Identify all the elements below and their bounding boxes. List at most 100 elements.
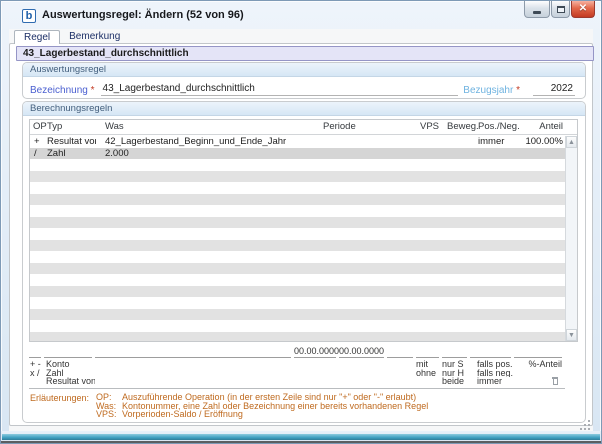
table-row[interactable]: [30, 320, 565, 332]
column-was: Was: [105, 121, 124, 132]
table-row[interactable]: [30, 205, 565, 217]
maximize-button[interactable]: [551, 1, 570, 18]
table-row[interactable]: [30, 216, 565, 229]
cell-typ: [45, 240, 96, 252]
scroll-up-icon[interactable]: ▲: [566, 136, 577, 148]
window-shadow: [1, 441, 601, 443]
bezeichnung-input[interactable]: 43_Lagerbestand_durchschnittlich: [100, 82, 458, 96]
cell-gap: [388, 228, 417, 240]
cell-posneg: falls neg.: [477, 368, 514, 378]
cell-was: [96, 205, 295, 217]
cell-posneg: [471, 194, 515, 206]
table-row[interactable]: [30, 331, 565, 342]
table-row[interactable]: [30, 285, 565, 298]
table-row[interactable]: [30, 251, 565, 263]
table-row[interactable]: + Resultat von 42_Lagerbestand_Beginn_und_…: [30, 136, 565, 148]
erlaeuterungen: Erläuterungen: OP: Auszuführende Operatio…: [29, 393, 569, 419]
auswertungsregel-groupbox: Auswertungsregel Bezeichnung * 43_Lagerb…: [22, 62, 586, 99]
edit-typ-field[interactable]: [44, 346, 92, 358]
table-row[interactable]: [30, 159, 565, 171]
table-row[interactable]: [30, 228, 565, 240]
cell-beweg: [443, 240, 471, 252]
close-button[interactable]: ✕: [571, 1, 595, 18]
cell-p1: [295, 274, 340, 286]
edit-vps-field[interactable]: [416, 346, 439, 358]
cell-was: [96, 228, 295, 240]
minimize-button[interactable]: [524, 1, 550, 18]
cell-gap: [387, 360, 416, 369]
cell-posneg: [471, 332, 515, 342]
edit-beweg-field[interactable]: [442, 346, 467, 358]
cell-p1: [295, 286, 340, 298]
cell-posneg: [471, 171, 515, 183]
cell-p1: [294, 369, 339, 378]
cell-p2: [340, 148, 388, 160]
cell-typ: [45, 251, 96, 263]
table-row[interactable]: [30, 274, 565, 286]
cell-typ: Resultat von: [46, 377, 95, 386]
client-area: Regel Bemerkung 43_Lagerbestand_durchsch…: [9, 29, 594, 431]
edit-gap-field[interactable]: [387, 346, 413, 358]
edit-op-field[interactable]: [29, 346, 41, 358]
cell-op: [29, 377, 44, 386]
cell-was: [96, 274, 295, 286]
scroll-down-icon[interactable]: ▼: [566, 329, 577, 341]
cell-op: [30, 182, 45, 194]
cell-gap: [388, 240, 417, 252]
cell-p1: [295, 217, 340, 229]
cell-anteil: [515, 332, 565, 342]
cell-posneg: [471, 251, 515, 263]
cell-typ: Zahl: [47, 147, 66, 159]
cell-anteil: [515, 182, 565, 194]
cell-p1: [295, 332, 340, 342]
tab-bemerkung[interactable]: Bemerkung: [60, 30, 129, 44]
edit-periode-von-field[interactable]: 00.00.0000: [294, 346, 339, 358]
rules-table: OP Typ Was Periode VPS Beweg. Pos./Neg. …: [29, 119, 578, 342]
rule-title-strip: 43_Lagerbestand_durchschnittlich: [16, 46, 594, 61]
resize-grip-icon[interactable]: [580, 420, 590, 430]
cell-vps: [417, 309, 443, 321]
cell-vps: [416, 377, 442, 386]
table-scrollbar[interactable]: ▲ ▼: [565, 136, 577, 341]
maximize-icon: [556, 5, 565, 13]
cell-gap: [388, 309, 417, 321]
cell-beweg: [443, 320, 471, 332]
cell-typ: [45, 194, 96, 206]
cell-anteil: [515, 205, 565, 217]
cell-p2: [340, 309, 388, 321]
cell-vps: ohne: [416, 368, 437, 378]
table-row[interactable]: [30, 308, 565, 321]
cell-p1: [295, 182, 340, 194]
table-row[interactable]: [30, 182, 565, 194]
table-row[interactable]: [30, 170, 565, 183]
tab-regel[interactable]: Regel: [14, 30, 61, 44]
table-row[interactable]: [30, 239, 565, 252]
table-row[interactable]: [30, 297, 565, 309]
edit-anteil-field[interactable]: [514, 346, 562, 358]
cell-typ: [45, 286, 96, 298]
column-beweg: Beweg.: [447, 121, 479, 132]
table-row[interactable]: / Zahl 2.000: [30, 147, 565, 160]
edit-periode-bis-field[interactable]: 00.00.0000: [339, 346, 384, 358]
column-periode: Periode: [323, 121, 356, 132]
edit-posneg-field[interactable]: [470, 346, 511, 358]
bezugsjahr-input[interactable]: 2022: [533, 82, 575, 96]
cell-vps: [417, 194, 443, 206]
cell-vps: [417, 205, 443, 217]
edit-was-field[interactable]: [95, 346, 291, 358]
title-bar[interactable]: b Auswertungsregel: Ändern (52 von 96) ✕: [1, 1, 601, 29]
cell-p2: [340, 286, 388, 298]
close-icon: ✕: [578, 3, 588, 14]
cell-p2: [340, 182, 388, 194]
cell-op: [30, 309, 45, 321]
cell-beweg: [443, 286, 471, 298]
cell-vps: [417, 274, 443, 286]
delete-icon[interactable]: [551, 377, 559, 386]
table-row[interactable]: [30, 193, 565, 206]
column-anteil: Anteil: [539, 121, 563, 132]
cell-vps: [417, 136, 443, 148]
cell-p1: [295, 297, 340, 309]
table-row[interactable]: [30, 262, 565, 274]
cell-p2: [340, 136, 388, 148]
app-window: b Auswertungsregel: Ändern (52 von 96) ✕…: [0, 0, 602, 444]
